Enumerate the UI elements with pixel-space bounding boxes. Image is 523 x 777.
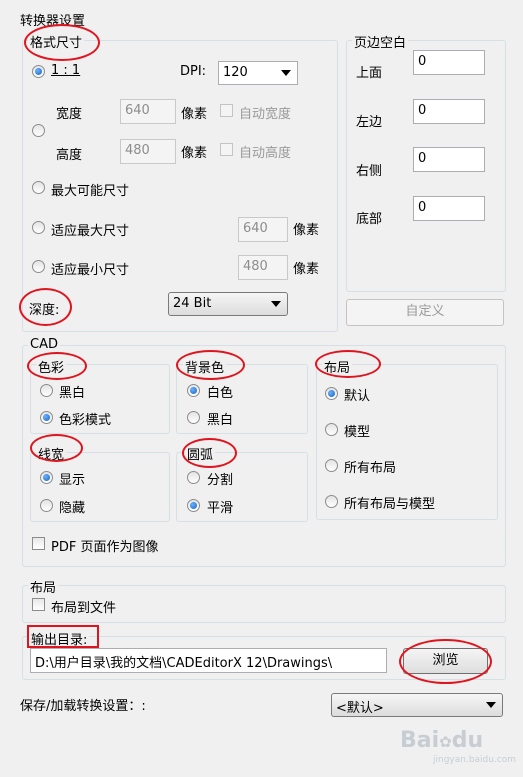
custom-button[interactable]: 自定义 xyxy=(346,299,504,326)
save-load-value: <默认> xyxy=(336,701,384,716)
radio-bg-white[interactable] xyxy=(187,384,200,397)
save-load-label: 保存/加载转换设置：: xyxy=(20,699,146,714)
radio-layout-all-model[interactable] xyxy=(325,495,338,508)
auto-width-label: 自动宽度 xyxy=(239,107,292,122)
radio-color-mode[interactable] xyxy=(40,411,53,424)
radio-custom-size[interactable] xyxy=(32,124,45,137)
annotation-oval-browse xyxy=(399,639,492,684)
pdf-as-image-label: PDF 页面作为图像 xyxy=(51,540,159,555)
radio-arc-smooth[interactable] xyxy=(187,499,200,512)
label-1to1: 1 : 1 xyxy=(51,63,81,78)
bg-white-label: 白色 xyxy=(207,386,234,401)
max-possible-label: 最大可能尺寸 xyxy=(51,184,130,199)
margin-left-label: 左边 xyxy=(356,115,383,130)
radio-linewidth-show[interactable] xyxy=(40,471,53,484)
arc-split-label: 分割 xyxy=(207,473,234,488)
linewidth-hide-label: 隐藏 xyxy=(59,501,86,516)
layout-default-label: 默认 xyxy=(344,389,371,404)
fit-max-pixels-label: 像素 xyxy=(293,223,320,238)
fit-max-input[interactable]: 640 xyxy=(238,217,288,242)
annotation-rect-output xyxy=(27,625,99,648)
annotation-oval-format xyxy=(24,24,100,61)
layout-to-file-checkbox[interactable] xyxy=(32,598,45,611)
annotation-oval-linewidth xyxy=(30,434,83,462)
layout-section-legend: 布局 xyxy=(28,577,59,596)
width-input[interactable]: 640 xyxy=(120,99,176,124)
radio-linewidth-hide[interactable] xyxy=(40,499,53,512)
watermark-brand: Bai✿du xyxy=(400,728,484,753)
layout-all-label: 所有布局 xyxy=(344,461,397,476)
auto-width-checkbox[interactable] xyxy=(220,104,233,117)
depth-select[interactable]: 24 Bit xyxy=(168,292,288,316)
width-pixels-label: 像素 xyxy=(181,107,208,122)
margin-right-label: 右侧 xyxy=(356,164,383,179)
margin-right-input[interactable]: 0 xyxy=(413,147,485,172)
auto-height-label: 自动高度 xyxy=(239,146,292,161)
margin-top-input[interactable]: 0 xyxy=(413,50,485,75)
radio-layout-model[interactable] xyxy=(325,423,338,436)
output-path-input[interactable]: D:\用户目录\我的文档\CADEditorX 12\Drawings\ xyxy=(30,648,387,673)
radio-color-bw[interactable] xyxy=(40,384,53,397)
fit-min-label: 适应最小尺寸 xyxy=(51,263,130,278)
radio-layout-default[interactable] xyxy=(325,387,338,400)
height-pixels-label: 像素 xyxy=(181,146,208,161)
layout-all-model-label: 所有布局与模型 xyxy=(344,497,436,512)
fit-min-input[interactable]: 480 xyxy=(238,255,288,280)
cad-legend: CAD xyxy=(28,337,60,352)
fit-max-label: 适应最大尺寸 xyxy=(51,224,130,239)
dpi-label: DPI: xyxy=(180,64,207,79)
bg-black-label: 黑白 xyxy=(207,413,234,428)
dropdown-arrow-icon xyxy=(486,702,496,708)
dpi-select[interactable]: 120 xyxy=(218,61,298,85)
auto-height-checkbox[interactable] xyxy=(220,143,233,156)
layout-model-label: 模型 xyxy=(344,425,371,440)
radio-1to1[interactable] xyxy=(32,65,45,78)
height-input[interactable]: 480 xyxy=(120,139,176,164)
layout-to-file-label: 布局到文件 xyxy=(51,601,117,616)
pdf-as-image-checkbox[interactable] xyxy=(32,537,45,550)
paw-icon: ✿ xyxy=(439,733,452,751)
dropdown-arrow-icon xyxy=(271,301,281,307)
dropdown-arrow-icon xyxy=(281,70,291,76)
annotation-oval-depth xyxy=(19,288,72,326)
margins-legend: 页边空白 xyxy=(352,32,409,51)
radio-bg-black[interactable] xyxy=(187,411,200,424)
fit-min-pixels-label: 像素 xyxy=(293,262,320,277)
margin-bottom-label: 底部 xyxy=(356,212,383,227)
radio-arc-split[interactable] xyxy=(187,471,200,484)
width-label: 宽度 xyxy=(56,107,83,122)
depth-value: 24 Bit xyxy=(173,296,212,311)
radio-fit-min[interactable] xyxy=(32,260,45,273)
margin-bottom-input[interactable]: 0 xyxy=(413,196,485,221)
margin-top-label: 上面 xyxy=(356,66,383,81)
radio-max-possible[interactable] xyxy=(32,181,45,194)
arc-smooth-label: 平滑 xyxy=(207,501,234,516)
annotation-oval-layout xyxy=(315,350,381,378)
dpi-value: 120 xyxy=(223,65,248,80)
linewidth-show-label: 显示 xyxy=(59,473,86,488)
save-load-select[interactable]: <默认> xyxy=(331,693,503,717)
margin-left-input[interactable]: 0 xyxy=(413,99,485,124)
watermark-sub: jingyan.baidu.com xyxy=(433,755,517,765)
annotation-oval-arc xyxy=(182,438,237,468)
color-mode-label: 色彩模式 xyxy=(59,413,112,428)
radio-fit-max[interactable] xyxy=(32,221,45,234)
color-bw-label: 黑白 xyxy=(59,386,86,401)
annotation-oval-background xyxy=(176,350,245,380)
annotation-oval-color xyxy=(27,352,87,380)
height-label: 高度 xyxy=(56,148,83,163)
radio-layout-all[interactable] xyxy=(325,459,338,472)
